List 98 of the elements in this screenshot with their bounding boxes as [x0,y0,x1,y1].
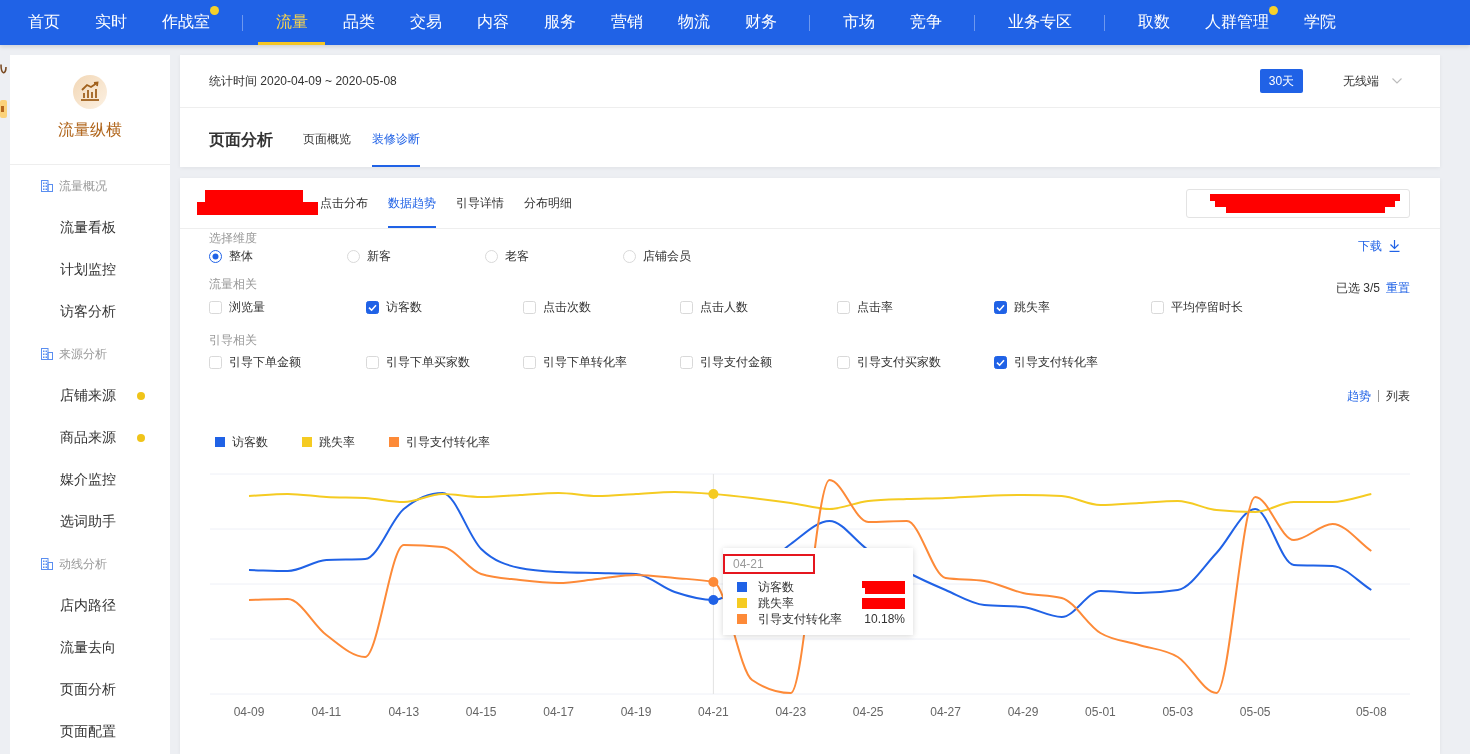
download-icon [1389,240,1400,252]
bar-chart-icon [73,75,107,109]
checkbox-label[interactable]: 点击次数 [543,298,591,316]
nav-tab[interactable]: 交易 [392,0,459,45]
checkbox-label[interactable]: 引导下单买家数 [386,353,470,371]
checkbox-label[interactable]: 浏览量 [229,298,265,316]
tab[interactable]: 引导详情 [456,178,504,228]
axis-label: 04-19 [620,705,652,719]
radio-label[interactable]: 店铺会员 [643,247,691,265]
section-heading: 动线分析 [59,555,107,573]
sidebar-item[interactable]: 页面分析 [60,681,116,699]
radio-label[interactable]: 新客 [367,247,391,265]
sidebar-item[interactable]: 流量看板 [60,219,116,237]
section-heading: 流量概况 [59,177,107,195]
brand-title: 流量纵横 [58,120,122,140]
nav-tab[interactable]: 取数 [1120,0,1187,45]
group-label: 流量相关 [209,276,258,292]
view-toggle-link[interactable]: 趋势 [1347,387,1371,405]
sidebar-item[interactable]: 计划监控 [60,261,116,279]
group-label: 选择维度 [209,230,258,246]
radio-label[interactable]: 老客 [505,247,529,265]
nav-tab[interactable]: 人群管理 [1187,0,1286,45]
axis-label: 04-23 [775,705,807,719]
checkbox-label[interactable]: 引导支付转化率 [1014,353,1098,371]
building-icon [41,558,53,570]
checkbox-label[interactable]: 访客数 [386,298,422,316]
view-toggle-link[interactable]: 列表 [1386,387,1410,405]
checkbox-label[interactable]: 跳失率 [1014,298,1050,316]
nav-tab[interactable]: 首页 [10,0,77,45]
axis-label: 04-13 [388,705,420,719]
checkbox-label[interactable]: 点击人数 [700,298,748,316]
radio-label[interactable]: 整体 [229,247,253,265]
building-icon [41,348,53,360]
legend-item[interactable]: 访客数 [215,433,268,451]
checkbox-label[interactable]: 引导支付买家数 [857,353,941,371]
section-heading: 来源分析 [59,345,107,363]
sidebar-item[interactable]: 流量去向 [60,639,116,657]
chevron-down-icon [1392,78,1402,84]
nav-tab[interactable]: 学院 [1286,0,1353,45]
axis-label: 04-17 [543,705,574,719]
input-field[interactable] [1186,188,1410,218]
download-link[interactable]: 下载 [1358,239,1400,253]
nav-tab[interactable]: 品类 [325,0,392,45]
checkbox-label[interactable]: 引导下单金额 [229,353,301,371]
nav-tab[interactable]: 竞争 [892,0,959,45]
nav-tab[interactable]: 服务 [526,0,593,45]
checkbox[interactable] [994,355,1007,369]
page-title: 页面分析 [209,130,273,150]
sidebar-item[interactable]: 选词助手 [60,513,116,531]
checkbox[interactable] [366,300,379,314]
reset-link[interactable]: 重置 [1386,280,1410,296]
checkbox-label[interactable]: 平均停留时长 [1171,298,1243,316]
nav-tab[interactable]: 市场 [825,0,892,45]
curve-icon [0,64,7,76]
date-range-text: 统计时间 2020-04-09 ~ 2020-05-08 [209,72,397,90]
checkbox-label[interactable]: 引导支付金额 [700,353,772,371]
axis-label: 04-27 [930,705,961,719]
sidebar-item[interactable]: 媒介监控 [60,471,116,489]
legend-item[interactable]: 跳失率 [302,433,355,451]
sidebar-item[interactable]: 访客分析 [60,303,116,321]
device-select[interactable]: 无线端 [1343,72,1402,90]
selection-count: 已选 3/5 [1336,280,1380,296]
sidebar-item[interactable]: 页面配置 [60,723,116,741]
nav-tab[interactable]: 作战室 [144,0,227,45]
sidebar-item[interactable]: 店铺来源 [60,387,116,405]
axis-label: 05-05 [1239,705,1271,719]
axis-label: 05-01 [1085,705,1116,719]
tab[interactable]: 装修诊断 [372,108,420,167]
checkbox-label[interactable]: 引导下单转化率 [543,353,627,371]
nav-tab[interactable]: 营销 [593,0,660,45]
group-label: 引导相关 [209,332,258,348]
tab[interactable]: 数据趋势 [388,178,436,228]
building-icon [41,180,53,192]
nav-tab[interactable]: 业务专区 [990,0,1089,45]
range-button[interactable]: 30天 [1260,69,1303,93]
axis-label: 05-03 [1162,705,1194,719]
sidebar-item[interactable]: 店内路径 [60,597,116,615]
nav-tab[interactable]: 物流 [660,0,727,45]
nav-tab[interactable]: 流量 [258,0,325,45]
sidebar-item[interactable]: 商品来源 [60,429,116,447]
tab[interactable]: 页面概览 [303,108,351,167]
tab[interactable]: 点击分布 [320,178,368,228]
checkbox-label[interactable]: 点击率 [857,298,893,316]
nav-tab[interactable]: 实时 [77,0,144,45]
axis-label: 04-15 [465,705,497,719]
legend-item[interactable]: 引导支付转化率 [389,433,490,451]
axis-label: 05-08 [1355,705,1387,719]
axis-label: 04-21 [698,705,729,719]
axis-label: 04-29 [1007,705,1039,719]
tag-icon [0,100,7,118]
nav-tab[interactable]: 财务 [727,0,794,45]
radio-button[interactable] [209,249,222,263]
checkbox[interactable] [994,300,1007,314]
tab[interactable]: 分布明细 [524,178,572,228]
axis-label: 04-25 [852,705,884,719]
axis-label: 04-09 [233,705,265,719]
nav-tab[interactable]: 内容 [459,0,526,45]
axis-label: 04-11 [311,705,342,719]
